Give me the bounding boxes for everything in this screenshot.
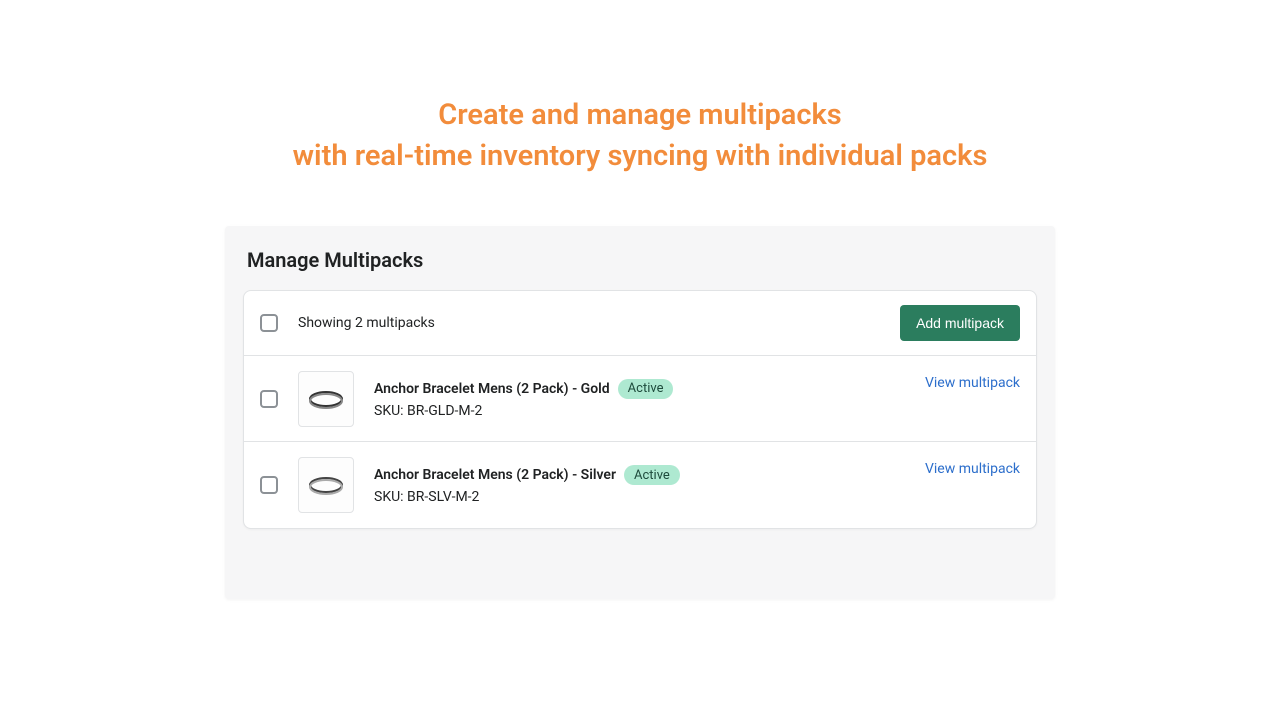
product-sku: SKU: BR-GLD-M-2: [374, 403, 925, 419]
product-sku: SKU: BR-SLV-M-2: [374, 489, 925, 505]
bracelet-icon: [304, 469, 348, 501]
bracelet-icon: [304, 383, 348, 415]
product-thumbnail: [298, 457, 354, 513]
status-badge: Active: [618, 379, 674, 399]
showing-count: Showing 2 multipacks: [298, 315, 435, 331]
add-multipack-button[interactable]: Add multipack: [900, 305, 1020, 341]
select-all-checkbox[interactable]: [260, 314, 278, 332]
card-header: Showing 2 multipacks Add multipack: [244, 291, 1036, 356]
manage-multipacks-panel: Manage Multipacks Showing 2 multipacks A…: [225, 226, 1055, 599]
view-multipack-link[interactable]: View multipack: [925, 461, 1020, 477]
product-name: Anchor Bracelet Mens (2 Pack) - Gold: [374, 381, 610, 397]
hero-line-2: with real-time inventory syncing with in…: [293, 139, 988, 173]
row-checkbox[interactable]: [260, 476, 278, 494]
view-multipack-link[interactable]: View multipack: [925, 375, 1020, 391]
table-row: Anchor Bracelet Mens (2 Pack) - Gold Act…: [244, 356, 1036, 442]
table-row: Anchor Bracelet Mens (2 Pack) - Silver A…: [244, 442, 1036, 528]
product-name: Anchor Bracelet Mens (2 Pack) - Silver: [374, 467, 616, 483]
status-badge: Active: [624, 465, 680, 485]
panel-title: Manage Multipacks: [243, 248, 1037, 290]
multipacks-card: Showing 2 multipacks Add multipack Ancho…: [243, 290, 1037, 529]
row-checkbox[interactable]: [260, 390, 278, 408]
product-thumbnail: [298, 371, 354, 427]
hero-line-1: Create and manage multipacks: [438, 98, 841, 132]
hero-heading: Create and manage multipacks with real-t…: [0, 0, 1280, 216]
